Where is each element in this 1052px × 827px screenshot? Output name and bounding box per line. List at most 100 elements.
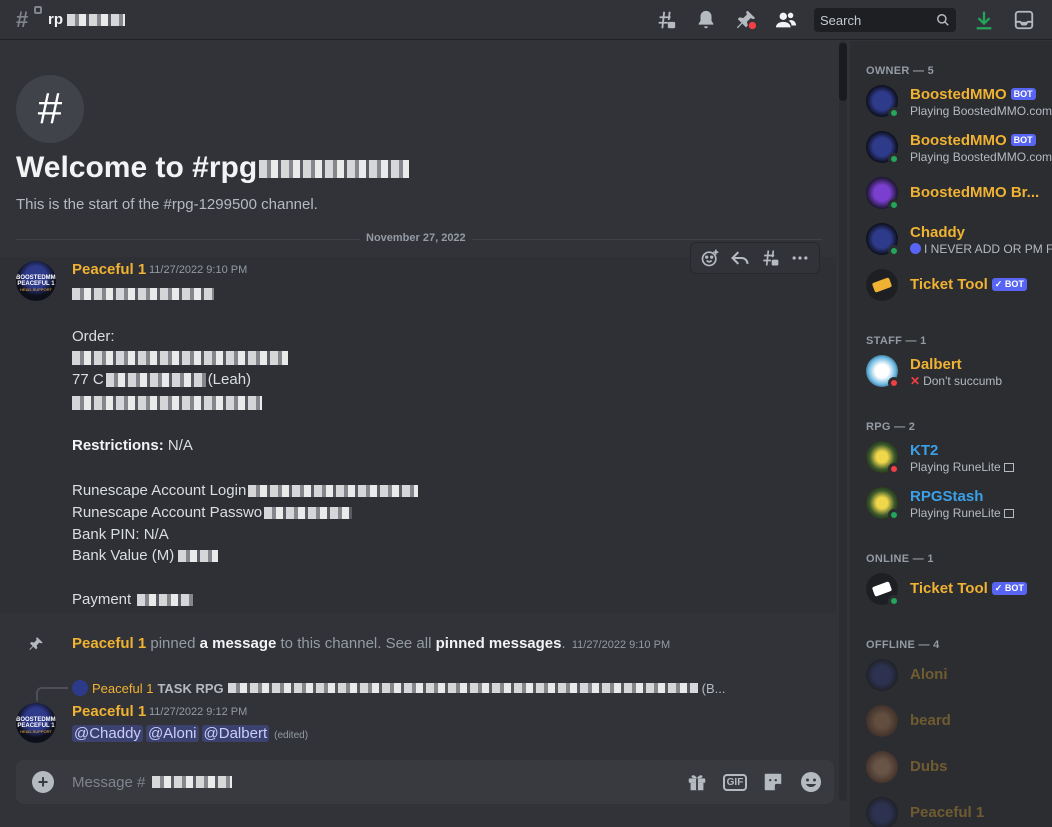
redacted-placeholder [152,776,232,788]
bank-value-line: Bank Value (M) [72,547,219,564]
avatar[interactable]: BOOSTEDMMO PEACEFUL 1 HEAD-SUPPORT [16,703,56,743]
pin-icon [29,637,43,650]
member-list-icon[interactable] [774,8,798,32]
member-name: Dalbert [910,356,962,373]
member-item[interactable]: BoostedMMO BOT Playing BoostedMMO.com [858,79,1052,123]
member-activity: Playing BoostedMMO.com [910,104,1052,118]
welcome-subtitle: This is the start of the #rpg-1299500 ch… [16,196,318,213]
member-item[interactable]: Dubs [858,745,1052,789]
payment-line: Payment [72,591,194,608]
member-item[interactable]: KT2 Playing RuneLite [858,435,1052,479]
pinned-messages-icon[interactable] [734,8,758,32]
member-name: Ticket Tool [910,580,988,597]
reply-author[interactable]: Peaceful 1 [92,681,153,696]
reply-text-end: (B... [701,680,726,696]
mention-dalbert[interactable]: @Dalbert [201,725,270,742]
message-timestamp[interactable]: 11/27/2022 9:12 PM [149,706,247,718]
avatar[interactable]: BOOSTEDMMO PEACEFUL 1 HEAD-SUPPORT [16,261,56,301]
dnd-status-icon [888,463,900,475]
gif-icon[interactable]: GIF [722,769,748,795]
notification-bell-icon[interactable] [694,8,718,32]
member-item[interactable]: BoostedMMO Br... [858,171,1052,215]
member-group-rpg: RPG — 2 [866,421,916,433]
create-thread-icon[interactable] [759,247,781,269]
chat-area: # Welcome to #rpg This is the start of t… [0,41,836,827]
bot-tag: BOT [1010,134,1036,146]
order-line: 77 C (Leah) [72,371,252,388]
member-item[interactable]: Ticket Tool ✓ BOT [858,567,1052,611]
search-input[interactable]: Search [814,8,956,32]
pin-author[interactable]: Peaceful 1 [72,635,146,652]
avatar [866,705,898,737]
bot-tag: BOT [1010,88,1036,100]
member-group-owner: OWNER — 5 [866,65,935,77]
cross-mark-icon: ✕ [910,374,921,388]
member-activity: I NEVER ADD OR PM F... [910,242,1052,256]
pin-notice-text: Peaceful 1 pinned a message to this chan… [72,635,671,652]
member-name: BoostedMMO [910,86,1007,103]
pinned-message-link[interactable]: a message [200,635,277,652]
member-item[interactable]: RPGStash Playing RuneLite [858,481,1052,525]
welcome-title: Welcome to #rpg [16,151,410,185]
mentions-line: @Chaddy @Aloni @Dalbert (edited) [72,725,308,742]
online-status-icon [888,595,900,607]
mention-chaddy[interactable]: @Chaddy [72,725,143,742]
reply-preview[interactable]: Peaceful 1 TASK RPG (B... [72,680,726,696]
restrictions-line: Restrictions: N/A [72,437,193,454]
gift-icon[interactable] [684,769,710,795]
member-name: beard [910,712,951,729]
member-item[interactable]: Dalbert ✕ Don't succumb [858,349,1052,393]
download-icon[interactable] [972,8,996,32]
member-item[interactable]: Chaddy I NEVER ADD OR PM F... [858,217,1052,261]
member-name: RPGStash [910,488,984,505]
sticker-icon[interactable] [760,769,786,795]
redacted-line [72,349,288,366]
member-item[interactable]: Peaceful 1 [858,791,1052,827]
online-status-icon [888,509,900,521]
member-item[interactable]: Ticket Tool ✓ BOT [858,263,1052,307]
verified-bot-tag: ✓ BOT [991,582,1027,595]
redacted-title [259,160,410,179]
member-item[interactable]: beard [858,699,1052,743]
verified-bot-tag: ✓ BOT [991,278,1027,291]
mention-aloni[interactable]: @Aloni [145,725,199,742]
threads-icon[interactable] [654,8,678,32]
message-author[interactable]: Peaceful 1 [72,261,146,278]
message-actions-toolbar [690,242,820,274]
reply-icon[interactable] [729,247,751,269]
pinned-messages-link[interactable]: pinned messages [436,635,562,652]
more-options-icon[interactable] [789,247,811,269]
avatar [866,269,898,301]
online-status-icon [888,153,900,165]
message-author[interactable]: Peaceful 1 [72,703,146,720]
member-name: Chaddy [910,224,966,241]
channel-hash-icon: # [16,75,84,143]
member-group-online: ONLINE — 1 [866,553,934,565]
password-line: Runescape Account Passwo [72,504,353,521]
member-item[interactable]: Aloni [858,653,1052,697]
rich-presence-icon [1004,463,1015,472]
redacted-reply [227,683,698,693]
ticket-icon [872,277,892,293]
redacted-line [72,394,262,411]
pin-timestamp: 11/27/2022 9:10 PM [571,639,671,651]
emoji-icon[interactable] [798,769,824,795]
redacted-channel-name [67,13,125,26]
member-name: Ticket Tool [910,276,988,293]
scrollbar-thumb[interactable] [839,43,847,101]
add-reaction-icon[interactable] [699,247,721,269]
message-timestamp[interactable]: 11/27/2022 9:10 PM [149,264,247,276]
member-item[interactable]: BoostedMMO BOT Playing BoostedMMO.com [858,125,1052,169]
date-divider-label: November 27, 2022 [360,232,472,244]
custom-status-emoji-icon [910,243,921,254]
channel-header: # rp Search [0,0,1052,40]
upload-plus-icon[interactable]: + [32,771,54,793]
channel-name: rp [48,11,63,28]
inbox-icon[interactable] [1012,8,1036,32]
chat-scrollbar[interactable] [836,41,850,801]
avatar [866,751,898,783]
member-activity: Playing RuneLite [910,460,1015,474]
threads-channel-icon: # [16,5,42,32]
edited-label: (edited) [274,730,309,741]
member-name: Peaceful 1 [910,804,985,821]
